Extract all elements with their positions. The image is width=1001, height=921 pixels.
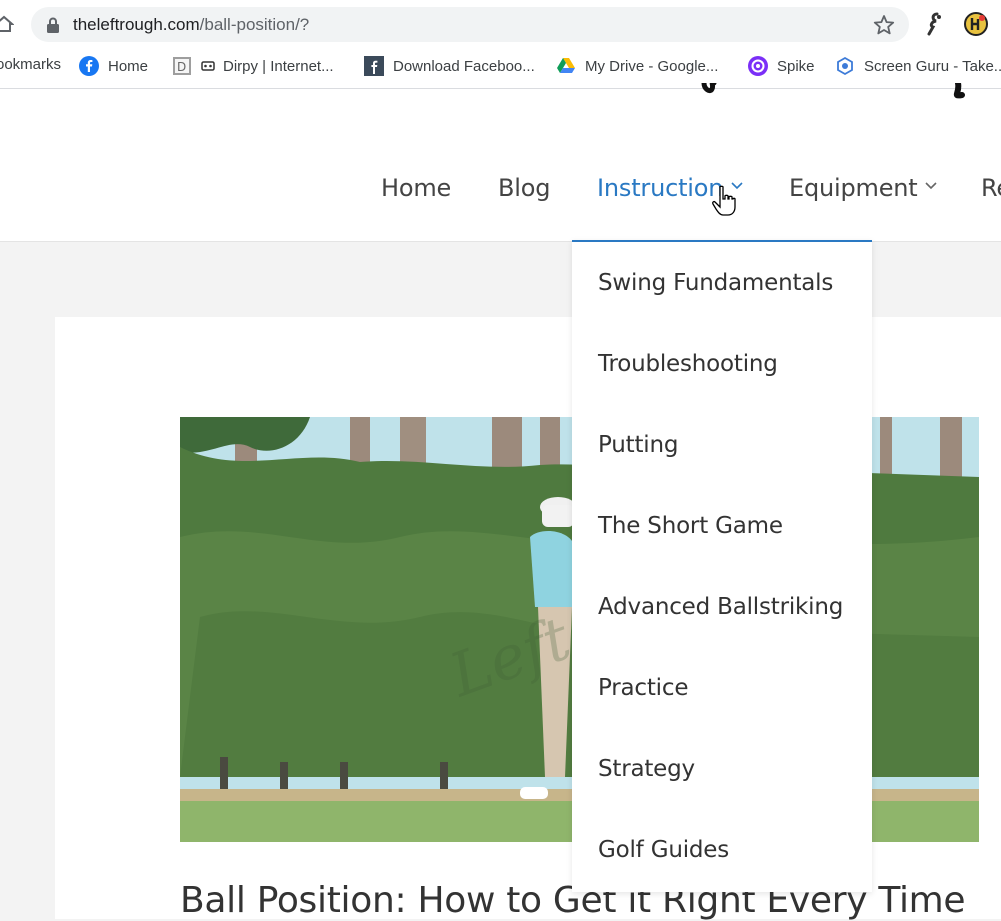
bookmark-label: Dirpy | Internet... xyxy=(223,57,334,75)
bookmark-dirpy[interactable]: D Dirpy | Internet... xyxy=(172,48,334,84)
nav-home-label: Home xyxy=(381,174,452,202)
menu-item-swing-fundamentals[interactable]: Swing Fundamentals xyxy=(598,270,833,296)
bookmark-label: Screen Guru - Take... xyxy=(864,57,1001,75)
home-icon[interactable] xyxy=(0,14,14,34)
nav-blog[interactable]: Blog xyxy=(498,174,550,202)
nav-equipment[interactable]: Equipment xyxy=(789,174,938,202)
nav-instruction-label: Instruction xyxy=(597,174,724,202)
bookmark-label: Spike xyxy=(777,57,815,75)
svg-text:D: D xyxy=(177,60,186,74)
nav-resources-label: Re xyxy=(981,174,1001,202)
bookmark-home[interactable]: Home xyxy=(79,48,148,84)
menu-item-advanced-ballstriking[interactable]: Advanced Ballstriking xyxy=(598,594,843,620)
main-nav: Home Blog Instruction Equipment Re xyxy=(0,174,1001,210)
nav-resources-partial[interactable]: Re xyxy=(981,174,1001,202)
url-text[interactable]: theleftrough.com/ball-position/? xyxy=(73,15,309,35)
menu-item-troubleshooting[interactable]: Troubleshooting xyxy=(598,351,778,377)
bookmark-spike[interactable]: Spike xyxy=(748,48,815,84)
menu-item-short-game[interactable]: The Short Game xyxy=(598,513,783,539)
bookmark-google-drive[interactable]: My Drive - Google... xyxy=(556,48,718,84)
bookmark-screen-guru[interactable]: Screen Guru - Take... xyxy=(835,48,1001,84)
url-host: theleftrough.com xyxy=(73,15,200,34)
chevron-down-icon xyxy=(925,182,938,190)
nav-home[interactable]: Home xyxy=(381,174,451,202)
nav-blog-label: Blog xyxy=(498,174,551,202)
menu-item-strategy[interactable]: Strategy xyxy=(598,756,695,782)
instruction-dropdown-menu: Swing Fundamentals Troubleshooting Putti… xyxy=(572,240,872,892)
bookmark-label: Home xyxy=(108,57,149,75)
bookmarks-label[interactable]: ookmarks xyxy=(0,56,61,73)
bookmark-star-icon[interactable] xyxy=(873,14,895,36)
site-header: Home Blog Instruction Equipment Re xyxy=(0,83,1001,242)
bookmark-download-facebook[interactable]: Download Faceboo... xyxy=(364,48,535,84)
dirpy-tape-icon xyxy=(201,61,215,71)
menu-item-practice[interactable]: Practice xyxy=(598,675,688,701)
nav-equipment-label: Equipment xyxy=(789,174,918,202)
profile-avatar-icon[interactable] xyxy=(964,12,988,36)
extension-icon[interactable] xyxy=(924,12,946,36)
dirpy-icon: D xyxy=(173,57,191,75)
lock-icon[interactable] xyxy=(46,17,60,33)
google-drive-icon xyxy=(557,58,575,73)
url-path: /ball-position/? xyxy=(199,15,310,34)
bookmark-label: Download Faceboo... xyxy=(393,57,535,75)
facebook-icon xyxy=(79,56,99,76)
spike-icon xyxy=(748,56,768,76)
site-logo-fragment[interactable] xyxy=(690,83,990,107)
bookmark-label: My Drive - Google... xyxy=(585,57,719,75)
menu-item-putting[interactable]: Putting xyxy=(598,432,678,458)
address-bar[interactable]: theleftrough.com/ball-position/? xyxy=(31,7,909,42)
facebook-square-icon xyxy=(364,56,384,76)
menu-item-golf-guides[interactable]: Golf Guides xyxy=(598,837,729,863)
browser-toolbar: theleftrough.com/ball-position/? xyxy=(0,0,1001,48)
screen-guru-icon xyxy=(837,56,853,76)
hand-cursor-icon xyxy=(712,185,736,216)
